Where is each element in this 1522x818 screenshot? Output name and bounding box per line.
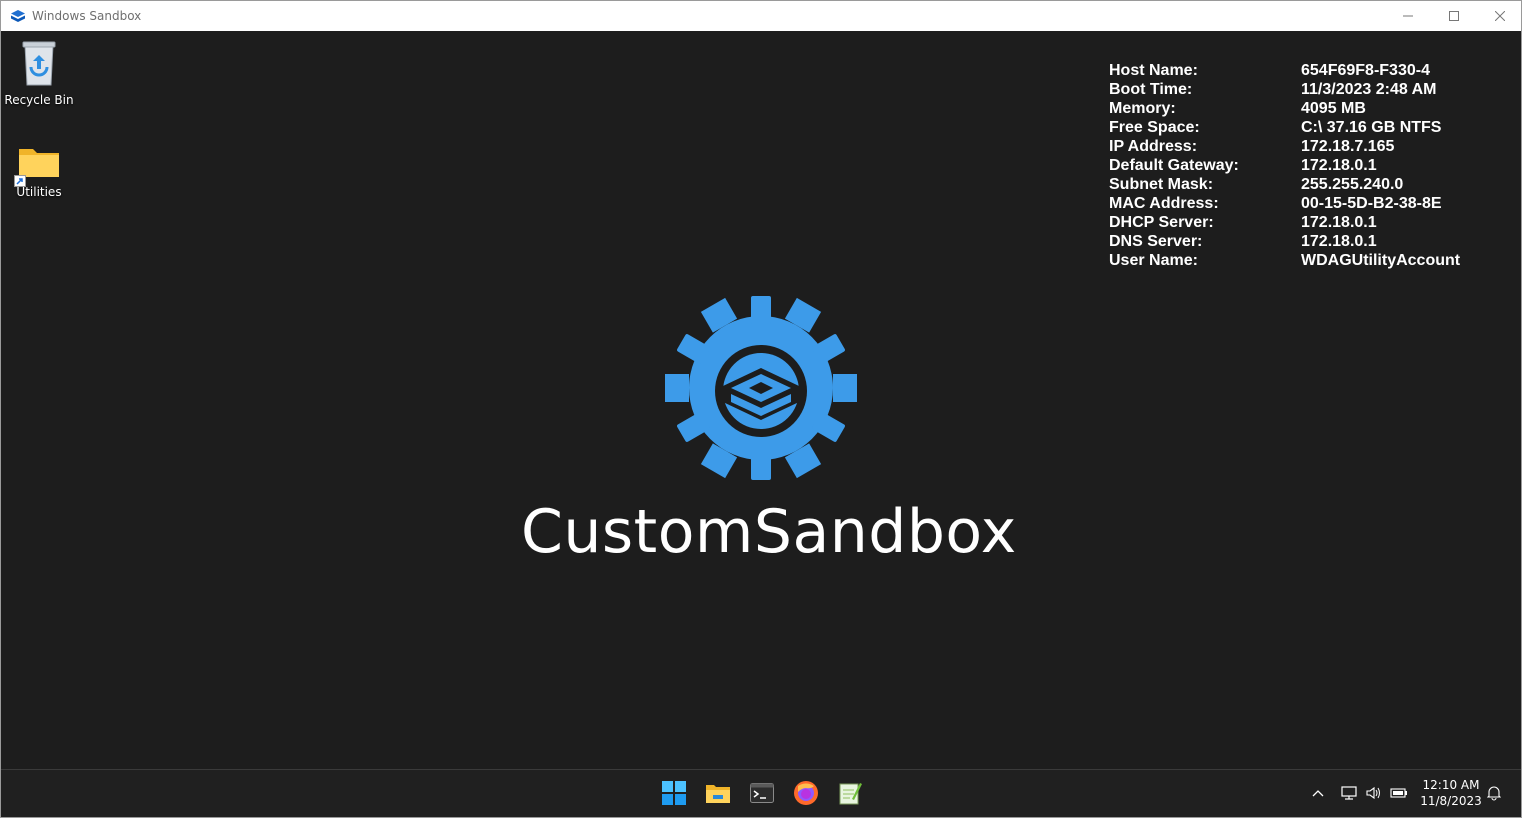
info-value: 4095 MB (1301, 100, 1366, 117)
info-value: 172.18.0.1 (1301, 214, 1377, 231)
info-row: Default Gateway: 172.18.0.1 (1109, 156, 1460, 175)
info-value: 11/3/2023 2:48 AM (1301, 81, 1437, 98)
terminal-icon (750, 783, 774, 803)
customsandbox-logo-text: CustomSandbox (521, 497, 1017, 567)
info-row: Memory: 4095 MB (1109, 99, 1460, 118)
desktop[interactable]: Recycle Bin Utilities Host Name: 654F69F8… (1, 31, 1521, 769)
info-value: WDAGUtilityAccount (1301, 252, 1461, 269)
minimize-button[interactable] (1385, 1, 1431, 31)
utilities-label: Utilities (16, 185, 62, 199)
close-button[interactable] (1477, 1, 1522, 31)
bell-icon (1487, 786, 1501, 801)
info-key: DHCP Server: (1109, 214, 1214, 231)
taskbar: 12:10 AM 11/8/2023 (1, 769, 1521, 817)
chevron-up-icon (1312, 790, 1324, 797)
taskbar-firefox[interactable] (793, 780, 819, 806)
info-value: 172.18.0.1 (1301, 157, 1377, 174)
volume-tray-icon[interactable] (1365, 784, 1383, 802)
info-row: Host Name: 654F69F8-F330-4 (1109, 61, 1460, 80)
file-explorer-icon (706, 785, 730, 803)
info-row: Boot Time: 11/3/2023 2:48 AM (1109, 80, 1460, 99)
show-hidden-icons-button[interactable] (1309, 784, 1327, 802)
shortcut-arrow-icon (14, 175, 26, 187)
info-value: C:\ 37.16 GB NTFS (1301, 119, 1442, 136)
close-icon (1495, 11, 1505, 21)
battery-tray-icon[interactable] (1390, 784, 1408, 802)
desktop-icon-utilities[interactable]: Utilities (1, 141, 77, 199)
info-row: Subnet Mask: 255.255.240.0 (1109, 175, 1460, 194)
maximize-button[interactable] (1431, 1, 1477, 31)
desktop-icon-recycle-bin[interactable]: Recycle Bin (1, 39, 77, 107)
window-titlebar[interactable]: Windows Sandbox (0, 0, 1522, 31)
firefox-icon (794, 781, 818, 805)
minimize-icon (1403, 15, 1413, 17)
sandbox-app-icon (10, 9, 26, 23)
taskbar-notepad-plus[interactable] (837, 780, 863, 806)
clock-date: 11/8/2023 (1420, 794, 1482, 808)
taskbar-file-explorer[interactable] (705, 780, 731, 806)
info-key: Subnet Mask: (1109, 176, 1214, 193)
network-icon (1341, 786, 1357, 800)
info-row: Free Space: C:\ 37.16 GB NTFS (1109, 118, 1460, 137)
info-value: 00-15-5D-B2-38-8E (1301, 195, 1442, 212)
windows-start-icon (662, 781, 686, 805)
info-key: Host Name: (1109, 62, 1198, 79)
info-key: Boot Time: (1109, 81, 1193, 98)
info-value: 172.18.7.165 (1301, 138, 1395, 155)
maximize-icon (1449, 11, 1459, 21)
battery-icon (1390, 788, 1407, 798)
info-value: 255.255.240.0 (1301, 176, 1404, 193)
taskbar-terminal[interactable] (749, 780, 775, 806)
info-row: DNS Server: 172.18.0.1 (1109, 232, 1460, 251)
network-tray-icon[interactable] (1340, 784, 1358, 802)
info-key: Memory: (1109, 100, 1176, 117)
window-title: Windows Sandbox (32, 9, 142, 23)
info-key: IP Address: (1109, 138, 1198, 155)
start-button[interactable] (661, 780, 687, 806)
notepad-plus-icon (839, 783, 862, 805)
info-row: DHCP Server: 172.18.0.1 (1109, 213, 1460, 232)
info-key: Default Gateway: (1109, 157, 1239, 174)
recycle-bin-label: Recycle Bin (4, 93, 74, 107)
info-key: User Name: (1109, 252, 1198, 269)
recycle-bin-icon (22, 41, 56, 86)
info-row: User Name: WDAGUtilityAccount (1109, 251, 1460, 270)
info-key: Free Space: (1109, 119, 1200, 136)
customsandbox-gear-logo-icon (665, 296, 857, 480)
info-key: DNS Server: (1109, 233, 1203, 250)
notifications-button[interactable] (1485, 784, 1503, 802)
clock-time: 12:10 AM (1422, 778, 1480, 792)
system-info-panel: Host Name: 654F69F8-F330-4 Boot Time: 11/3… (1109, 61, 1460, 270)
info-row: IP Address: 172.18.7.165 (1109, 137, 1460, 156)
info-value: 654F69F8-F330-4 (1301, 62, 1430, 79)
info-value: 172.18.0.1 (1301, 233, 1377, 250)
speaker-icon (1366, 786, 1380, 800)
info-key: MAC Address: (1109, 195, 1219, 212)
taskbar-clock[interactable]: 12:10 AM 11/8/2023 (1411, 777, 1491, 809)
info-row: MAC Address: 00-15-5D-B2-38-8E (1109, 194, 1460, 213)
